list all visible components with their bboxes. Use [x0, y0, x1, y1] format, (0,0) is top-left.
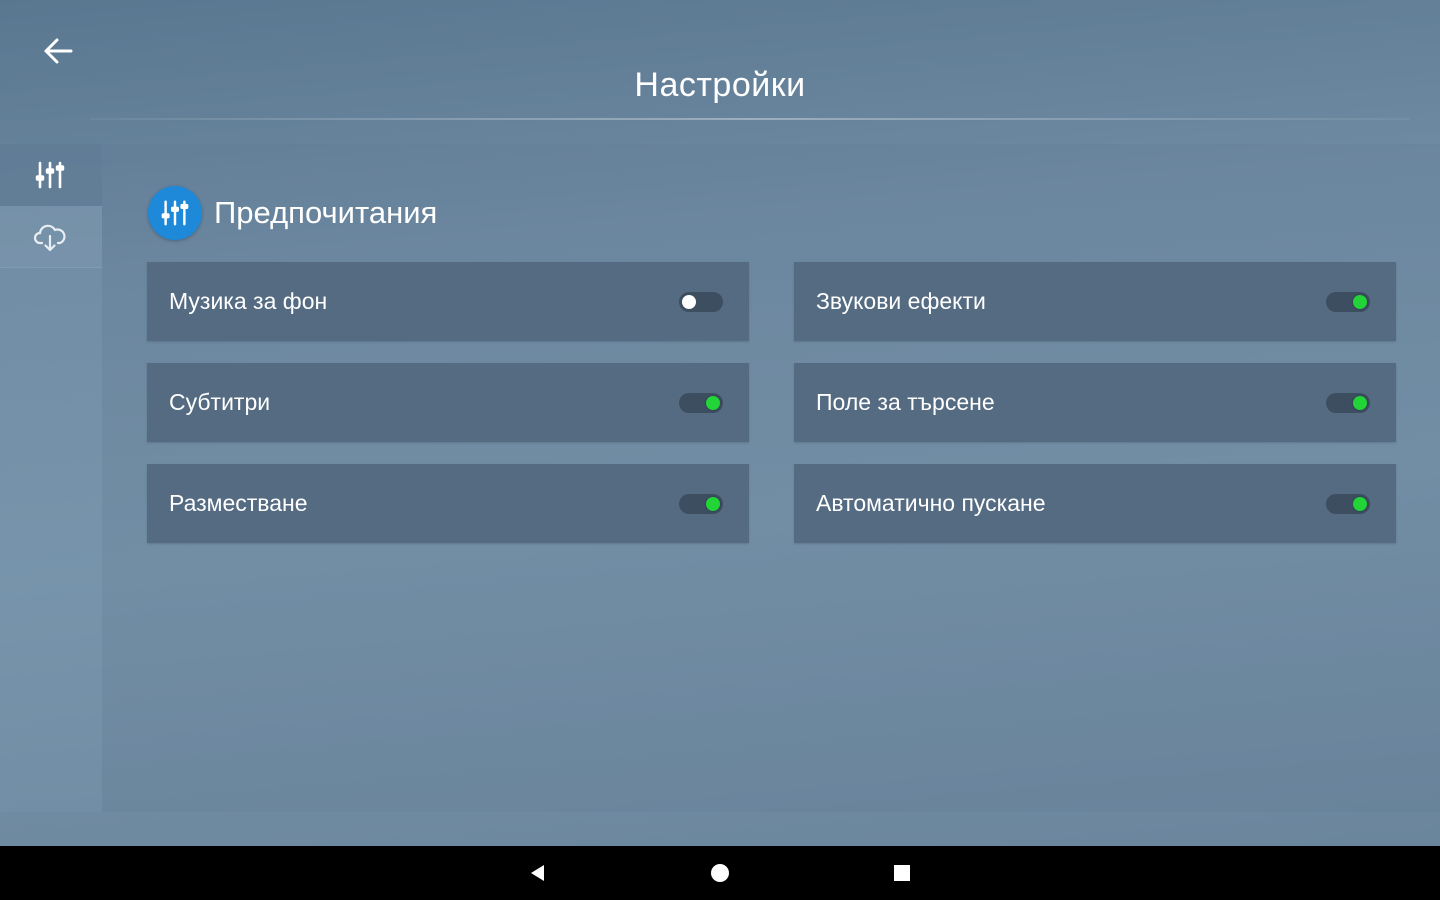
sliders-icon	[161, 200, 189, 226]
nav-home-button[interactable]	[690, 846, 750, 900]
setting-sound-effects[interactable]: Звукови ефекти	[794, 262, 1396, 341]
sound-effects-toggle[interactable]	[1326, 291, 1370, 312]
autoplay-toggle[interactable]	[1326, 493, 1370, 514]
setting-label: Поле за търсене	[816, 389, 995, 415]
header-divider	[90, 118, 1410, 120]
home-circle-icon	[711, 864, 729, 882]
nav-recents-button[interactable]	[872, 846, 932, 900]
sidebar	[0, 144, 102, 812]
section-title: Предпочитания	[214, 195, 438, 230]
app-header: Настройки	[0, 0, 1440, 144]
setting-label: Субтитри	[169, 389, 271, 415]
setting-shuffle[interactable]: Разместване	[147, 464, 749, 543]
shuffle-toggle[interactable]	[679, 493, 723, 514]
setting-label: Автоматично пускане	[816, 490, 1046, 516]
subtitles-toggle[interactable]	[679, 392, 723, 413]
setting-search-field[interactable]: Поле за търсене	[794, 363, 1396, 442]
setting-subtitles[interactable]: Субтитри	[147, 363, 749, 442]
setting-label: Звукови ефекти	[816, 288, 986, 314]
search-field-toggle[interactable]	[1326, 392, 1370, 413]
back-triangle-icon	[531, 865, 544, 881]
cloud-download-icon	[33, 224, 66, 251]
setting-label: Музика за фон	[169, 288, 328, 314]
preferences-panel: Предпочитания Музика за фон Звукови ефек…	[102, 144, 1440, 812]
setting-label: Разместване	[169, 490, 308, 516]
setting-autoplay[interactable]: Автоматично пускане	[794, 464, 1396, 543]
recents-square-icon	[894, 865, 910, 881]
setting-background-music[interactable]: Музика за фон	[147, 262, 749, 341]
system-navigation-bar	[0, 846, 1440, 900]
page-title: Настройки	[634, 66, 806, 104]
settings-screen: Настройки Предпочитания Музика за фон Зв…	[0, 0, 1440, 846]
sidebar-tab-preferences[interactable]	[0, 144, 102, 206]
sidebar-tab-cloud[interactable]	[0, 206, 102, 268]
section-header: Предпочитания	[148, 186, 437, 240]
arrow-left-icon	[44, 38, 73, 64]
section-icon-badge	[148, 186, 202, 240]
sliders-icon	[35, 161, 65, 189]
nav-back-button[interactable]	[508, 846, 568, 900]
background-music-toggle[interactable]	[679, 291, 723, 312]
